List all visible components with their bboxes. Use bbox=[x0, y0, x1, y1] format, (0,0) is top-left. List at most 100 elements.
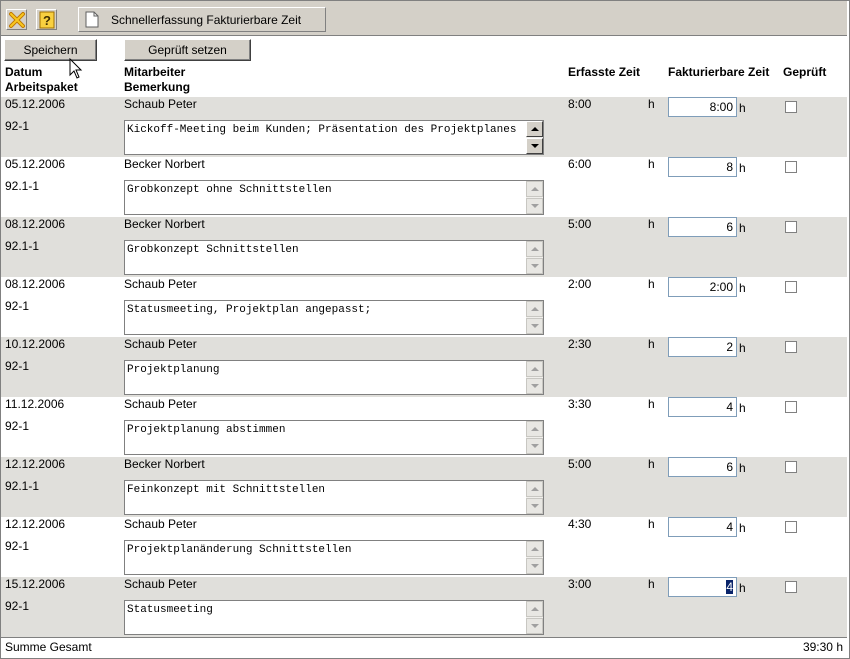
table-row: 05.12.2006 92.1-1 Becker Norbert 6:00 h 8 h Gro… bbox=[1, 157, 847, 217]
entry-work-package: 92-1 bbox=[5, 539, 30, 553]
remark-scrollbar[interactable] bbox=[526, 181, 543, 214]
close-x-icon[interactable] bbox=[6, 9, 27, 30]
scroll-down-icon[interactable] bbox=[526, 258, 543, 274]
remark-text: Feinkonzept mit Schnittstellen bbox=[127, 484, 326, 496]
checked-checkbox[interactable] bbox=[785, 341, 797, 353]
remark-scrollbar[interactable] bbox=[526, 241, 543, 274]
billable-time-input[interactable]: 4 bbox=[668, 397, 737, 417]
entry-recorded-time: 8:00 bbox=[568, 97, 592, 111]
entry-date: 08.12.2006 bbox=[5, 217, 66, 231]
scroll-up-icon[interactable] bbox=[526, 541, 543, 557]
billable-unit: h bbox=[739, 281, 746, 295]
scroll-down-icon[interactable] bbox=[526, 318, 543, 334]
entry-recorded-time: 5:00 bbox=[568, 457, 592, 471]
remark-scrollbar[interactable] bbox=[526, 301, 543, 334]
scroll-down-icon[interactable] bbox=[526, 618, 543, 634]
remark-textarea[interactable]: Grobkonzept ohne Schnittstellen bbox=[124, 180, 544, 215]
billable-unit: h bbox=[739, 341, 746, 355]
scroll-up-icon[interactable] bbox=[526, 181, 543, 197]
entry-date: 08.12.2006 bbox=[5, 277, 66, 291]
entry-employee: Schaub Peter bbox=[124, 517, 197, 531]
scroll-down-icon[interactable] bbox=[526, 378, 543, 394]
tab-schnellerfassung[interactable]: Schnellerfassung Fakturierbare Zeit bbox=[78, 7, 326, 32]
scroll-down-icon[interactable] bbox=[526, 558, 543, 574]
remark-textarea[interactable]: Projektplanung bbox=[124, 360, 544, 395]
billable-time-value: 2 bbox=[726, 340, 733, 354]
remark-scrollbar[interactable] bbox=[526, 361, 543, 394]
billable-unit: h bbox=[739, 401, 746, 415]
table-row: 12.12.2006 92-1 Schaub Peter 4:30 h 4 h Projekt… bbox=[1, 517, 847, 577]
remark-textarea[interactable]: Statusmeeting bbox=[124, 600, 544, 635]
recorded-unit: h bbox=[648, 577, 655, 591]
billable-time-input[interactable]: 4 bbox=[668, 577, 737, 597]
remark-scrollbar[interactable] bbox=[526, 121, 543, 154]
entry-date: 15.12.2006 bbox=[5, 577, 66, 591]
checked-checkbox[interactable] bbox=[785, 101, 797, 113]
scroll-down-icon[interactable] bbox=[526, 138, 543, 154]
billable-time-value: 6 bbox=[726, 220, 733, 234]
remark-textarea[interactable]: Feinkonzept mit Schnittstellen bbox=[124, 480, 544, 515]
table-row: 11.12.2006 92-1 Schaub Peter 3:30 h 4 h Projekt… bbox=[1, 397, 847, 457]
recorded-unit: h bbox=[648, 217, 655, 231]
scroll-up-icon[interactable] bbox=[526, 481, 543, 497]
scroll-down-icon[interactable] bbox=[526, 498, 543, 514]
billable-time-input[interactable]: 8 bbox=[668, 157, 737, 177]
remark-scrollbar[interactable] bbox=[526, 541, 543, 574]
scroll-up-icon[interactable] bbox=[526, 421, 543, 437]
entry-recorded-time: 6:00 bbox=[568, 157, 592, 171]
remark-scrollbar[interactable] bbox=[526, 421, 543, 454]
checked-checkbox[interactable] bbox=[785, 281, 797, 293]
checked-checkbox[interactable] bbox=[785, 161, 797, 173]
billable-time-input[interactable]: 6 bbox=[668, 457, 737, 477]
header-erfasste-zeit: Erfasste Zeit bbox=[568, 65, 641, 79]
remark-textarea[interactable]: Statusmeeting, Projektplan angepasst; bbox=[124, 300, 544, 335]
remark-textarea[interactable]: Kickoff-Meeting beim Kunden; Präsentatio… bbox=[124, 120, 544, 155]
save-button[interactable]: Speichern bbox=[4, 39, 97, 61]
scroll-up-icon[interactable] bbox=[526, 361, 543, 377]
toolbar: ? Schnellerfassung Fakturierbare Zeit bbox=[1, 1, 847, 36]
set-checked-button[interactable]: Geprüft setzen bbox=[124, 39, 251, 61]
recorded-unit: h bbox=[648, 337, 655, 351]
remark-scrollbar[interactable] bbox=[526, 481, 543, 514]
remark-textarea[interactable]: Projektplanung abstimmen bbox=[124, 420, 544, 455]
checked-checkbox[interactable] bbox=[785, 221, 797, 233]
billable-time-input[interactable]: 8:00 bbox=[668, 97, 737, 117]
total-label: Summe Gesamt bbox=[5, 640, 92, 654]
checked-checkbox[interactable] bbox=[785, 401, 797, 413]
entry-work-package: 92-1 bbox=[5, 599, 30, 613]
entry-recorded-time: 5:00 bbox=[568, 217, 592, 231]
remark-scrollbar[interactable] bbox=[526, 601, 543, 634]
billable-time-value: 4 bbox=[726, 400, 733, 414]
checked-checkbox[interactable] bbox=[785, 581, 797, 593]
entry-work-package: 92.1-1 bbox=[5, 179, 40, 193]
billable-time-input[interactable]: 6 bbox=[668, 217, 737, 237]
remark-textarea[interactable]: Grobkonzept Schnittstellen bbox=[124, 240, 544, 275]
entry-employee: Schaub Peter bbox=[124, 397, 197, 411]
remark-text: Grobkonzept ohne Schnittstellen bbox=[127, 184, 332, 196]
scroll-up-icon[interactable] bbox=[526, 241, 543, 257]
billable-time-value: 6 bbox=[726, 460, 733, 474]
scroll-down-icon[interactable] bbox=[526, 438, 543, 454]
scroll-up-icon[interactable] bbox=[526, 601, 543, 617]
scroll-up-icon[interactable] bbox=[526, 121, 543, 137]
billable-time-input[interactable]: 4 bbox=[668, 517, 737, 537]
scroll-down-icon[interactable] bbox=[526, 198, 543, 214]
checked-checkbox[interactable] bbox=[785, 461, 797, 473]
remark-text: Statusmeeting bbox=[127, 604, 213, 616]
recorded-unit: h bbox=[648, 157, 655, 171]
table-row: 08.12.2006 92-1 Schaub Peter 2:00 h 2:00 h Stat… bbox=[1, 277, 847, 337]
help-question-icon[interactable]: ? bbox=[36, 9, 57, 30]
svg-text:?: ? bbox=[43, 13, 51, 28]
checked-checkbox[interactable] bbox=[785, 521, 797, 533]
billable-time-input[interactable]: 2:00 bbox=[668, 277, 737, 297]
billable-time-value: 4 bbox=[726, 580, 733, 594]
scroll-up-icon[interactable] bbox=[526, 301, 543, 317]
billable-unit: h bbox=[739, 521, 746, 535]
entry-recorded-time: 2:00 bbox=[568, 277, 592, 291]
entry-date: 11.12.2006 bbox=[5, 397, 65, 411]
entry-work-package: 92-1 bbox=[5, 359, 30, 373]
remark-textarea[interactable]: Projektplanänderung Schnittstellen bbox=[124, 540, 544, 575]
header-fakturierbare-zeit: Fakturierbare Zeit bbox=[668, 65, 770, 79]
billable-unit: h bbox=[739, 221, 746, 235]
billable-time-input[interactable]: 2 bbox=[668, 337, 737, 357]
